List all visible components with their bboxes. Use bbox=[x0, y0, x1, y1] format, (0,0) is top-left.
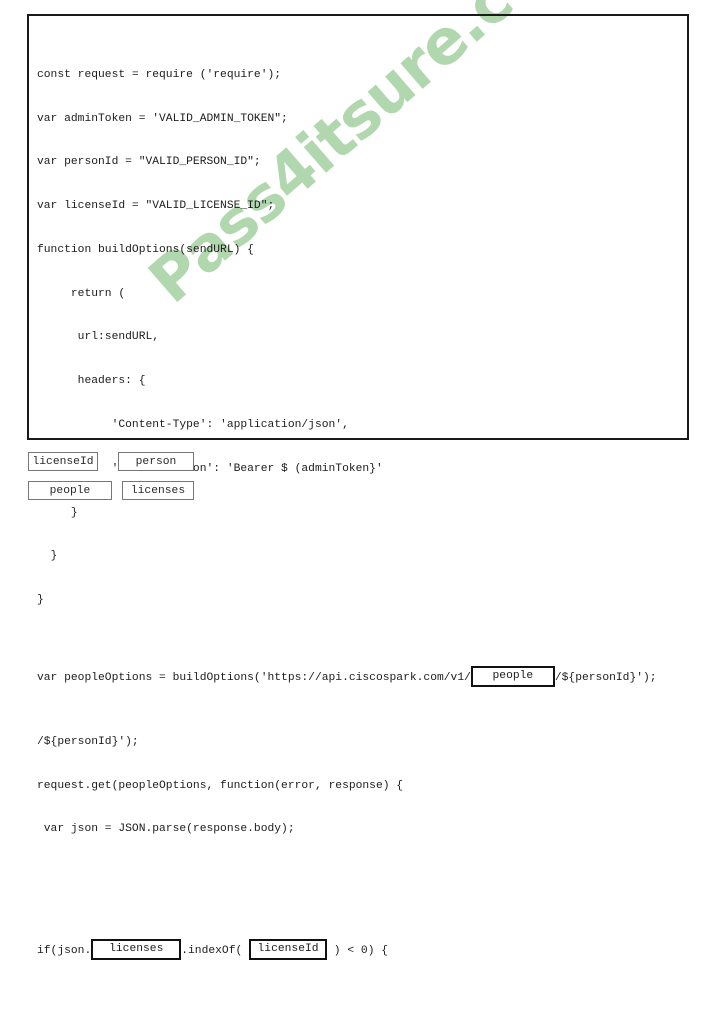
dropzone-url-people[interactable]: people bbox=[470, 665, 555, 687]
code-line-with-dropzone: var peopleOptions = buildOptions('https:… bbox=[37, 665, 683, 691]
dropzone-indexof-licenseid[interactable]: licenseId bbox=[249, 938, 328, 960]
code-line: } bbox=[37, 550, 58, 563]
code-text: .indexOf( bbox=[181, 945, 250, 958]
code-line: } bbox=[37, 594, 44, 607]
draggable-token-licenseid[interactable]: licenseId bbox=[28, 452, 98, 471]
code-line: headers: { bbox=[37, 375, 146, 388]
code-line: } bbox=[37, 506, 78, 519]
draggable-token-people[interactable]: people bbox=[28, 481, 112, 500]
token-bank-row: people licenses bbox=[0, 481, 708, 507]
code-line: /${personId}'); bbox=[37, 735, 139, 748]
draggable-token-licenses[interactable]: licenses bbox=[122, 481, 194, 500]
code-text: /${personId}'); bbox=[554, 672, 657, 685]
code-body: const request = require ('require'); var… bbox=[37, 24, 683, 1030]
code-text: if(json. bbox=[37, 945, 92, 958]
code-snippet-frame: const request = require ('require'); var… bbox=[27, 14, 689, 960]
code-text: var peopleOptions = buildOptions('https:… bbox=[37, 672, 471, 685]
code-line: return ( bbox=[37, 287, 126, 300]
code-line: url:sendURL, bbox=[37, 331, 160, 344]
code-line: var personId = "VALID_PERSON_ID"; bbox=[37, 156, 261, 169]
code-line: 'Content-Type': 'application/json', bbox=[37, 419, 349, 432]
code-line: request.get(peopleOptions, function(erro… bbox=[37, 779, 404, 792]
dropzone-json-licenses[interactable]: licenses bbox=[91, 938, 182, 960]
code-line: var licenseId = "VALID_LICENSE_ID"; bbox=[37, 200, 275, 213]
code-line: function buildOptions(sendURL) { bbox=[37, 243, 254, 256]
draggable-token-person[interactable]: person bbox=[118, 452, 194, 471]
code-line: var adminToken = 'VALID_ADMIN_TOKEN"; bbox=[37, 112, 288, 125]
code-line-with-dropzone: if(json. licenses .indexOf( licenseId ) < … bbox=[37, 938, 683, 964]
code-line: const request = require ('require'); bbox=[37, 68, 282, 81]
code-line: var json = JSON.parse(response.body); bbox=[37, 823, 295, 836]
token-bank-row: licenseId person bbox=[0, 452, 708, 478]
code-text: ) < 0) { bbox=[327, 945, 389, 958]
